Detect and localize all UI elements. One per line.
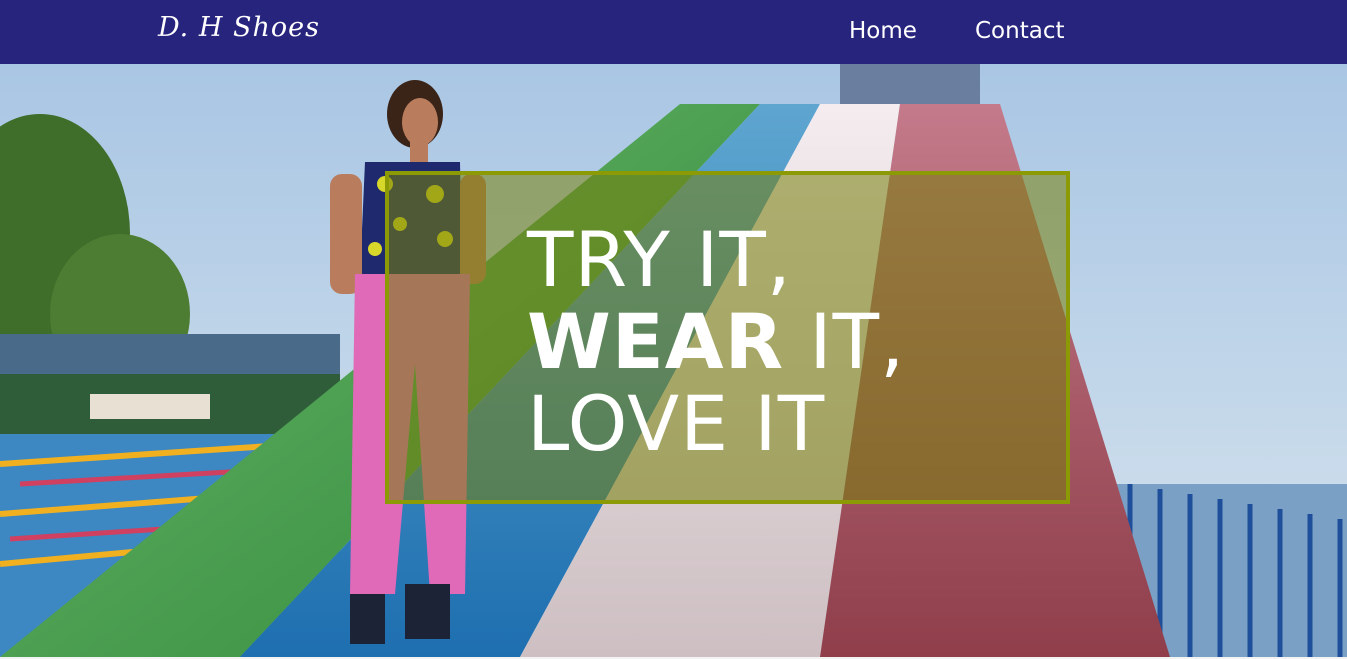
- hero-banner: TRY IT, WEAR IT, LOVE IT: [0, 64, 1347, 657]
- promo-banner-box: TRY IT, WEAR IT, LOVE IT: [385, 171, 1070, 504]
- top-navbar: D. H Shoes Home Contact: [0, 0, 1347, 64]
- nav-home-link[interactable]: Home: [849, 18, 917, 44]
- promo-headline: TRY IT, WEAR IT, LOVE IT: [527, 219, 905, 465]
- promo-line-2: WEAR IT,: [527, 301, 905, 383]
- promo-line-2-bold: WEAR: [527, 297, 785, 386]
- promo-line-1: TRY IT,: [527, 215, 792, 304]
- site-logo[interactable]: D. H Shoes: [158, 12, 320, 43]
- promo-line-3: LOVE IT: [527, 379, 826, 468]
- promo-line-2-rest: IT,: [784, 297, 906, 386]
- nav-contact-link[interactable]: Contact: [975, 18, 1064, 44]
